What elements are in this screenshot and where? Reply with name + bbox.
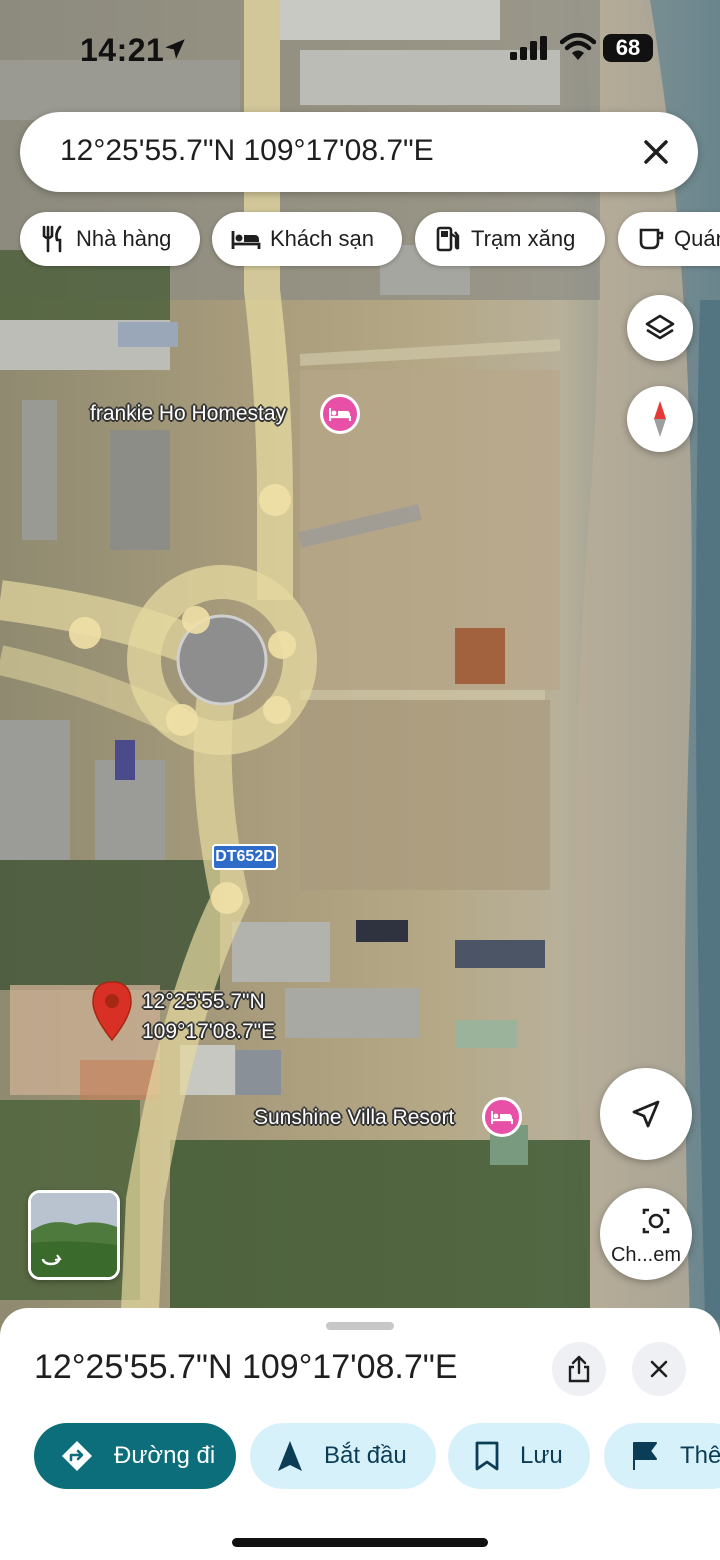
start-navigation-icon [278, 1441, 302, 1471]
start-button[interactable]: Bắt đầu [250, 1423, 436, 1489]
my-location-button[interactable] [600, 1068, 692, 1160]
map-pin-icon[interactable] [90, 980, 134, 1042]
search-query[interactable]: 12°25'55.7"N 109°17'08.7"E [60, 134, 434, 168]
location-arrow-icon [165, 39, 185, 59]
road-shield: DT652D [212, 844, 278, 870]
place-label[interactable]: frankie Ho Homestay [90, 402, 286, 426]
close-sheet-button[interactable] [632, 1342, 686, 1396]
chip-hotels[interactable]: Khách sạn [212, 212, 402, 266]
save-button[interactable]: Lưu [448, 1423, 590, 1489]
pin-latitude: 12°25'55.7"N [142, 990, 265, 1013]
chip-label: Khách sạn [270, 226, 374, 251]
bookmark-icon [475, 1441, 499, 1471]
navigation-arrow-icon [632, 1100, 660, 1128]
action-label: Bắt đầu [324, 1442, 407, 1469]
layers-button[interactable] [627, 295, 693, 361]
place-label[interactable]: Sunshine Villa Resort [254, 1106, 454, 1130]
hotel-poi-icon[interactable] [482, 1097, 522, 1137]
wifi-icon [560, 33, 596, 60]
pin-longitude: 109°17'08.7"E [142, 1020, 276, 1043]
share-button[interactable] [552, 1342, 606, 1396]
drag-handle[interactable] [326, 1322, 394, 1330]
add-label-button[interactable]: Thê [604, 1423, 720, 1489]
restaurant-icon [42, 225, 62, 253]
flag-icon [633, 1442, 657, 1470]
chip-label: Trạm xăng [471, 226, 576, 251]
chip-gas-stations[interactable]: Trạm xăng [415, 212, 605, 266]
chip-label: Quán [674, 226, 720, 251]
street-view-image [31, 1193, 117, 1277]
compass-button[interactable] [627, 386, 693, 452]
chip-label: Nhà hàng [76, 226, 172, 251]
hotel-icon [329, 408, 351, 421]
place-title: 12°25'55.7"N 109°17'08.7"E [34, 1348, 458, 1386]
street-view-thumbnail[interactable] [28, 1190, 120, 1280]
hotel-icon [231, 231, 261, 249]
chip-coffee[interactable]: Quán [618, 212, 720, 266]
gas-station-icon [436, 226, 460, 252]
share-icon [568, 1355, 590, 1383]
status-bar: 14:21 68 [0, 0, 720, 100]
coffee-icon [639, 228, 664, 250]
search-bar[interactable]: 12°25'55.7"N 109°17'08.7"E [20, 112, 698, 192]
chip-restaurants[interactable]: Nhà hàng [20, 212, 200, 266]
directions-button[interactable]: Đường đi [34, 1423, 236, 1489]
status-time: 14:21 [80, 32, 165, 68]
cellular-signal-icon [510, 36, 547, 60]
camera-icon [642, 1208, 670, 1234]
hotel-icon [491, 1111, 513, 1124]
close-icon [650, 1360, 668, 1378]
battery-indicator: 68 [603, 34, 653, 62]
layers-icon [645, 314, 675, 340]
action-label: Thê [680, 1442, 720, 1469]
home-indicator[interactable] [232, 1538, 488, 1547]
directions-icon [62, 1441, 92, 1471]
place-bottom-sheet[interactable]: 12°25'55.7"N 109°17'08.7"E Đường đi Bắt … [0, 1308, 720, 1560]
camera-search-button[interactable]: Ch...em [600, 1188, 692, 1280]
compass-icon [654, 401, 666, 437]
action-label: Đường đi [114, 1442, 216, 1469]
camera-label: Ch...em [610, 1244, 682, 1266]
close-icon[interactable] [636, 132, 676, 172]
hotel-poi-icon[interactable] [320, 394, 360, 434]
action-label: Lưu [520, 1442, 563, 1469]
